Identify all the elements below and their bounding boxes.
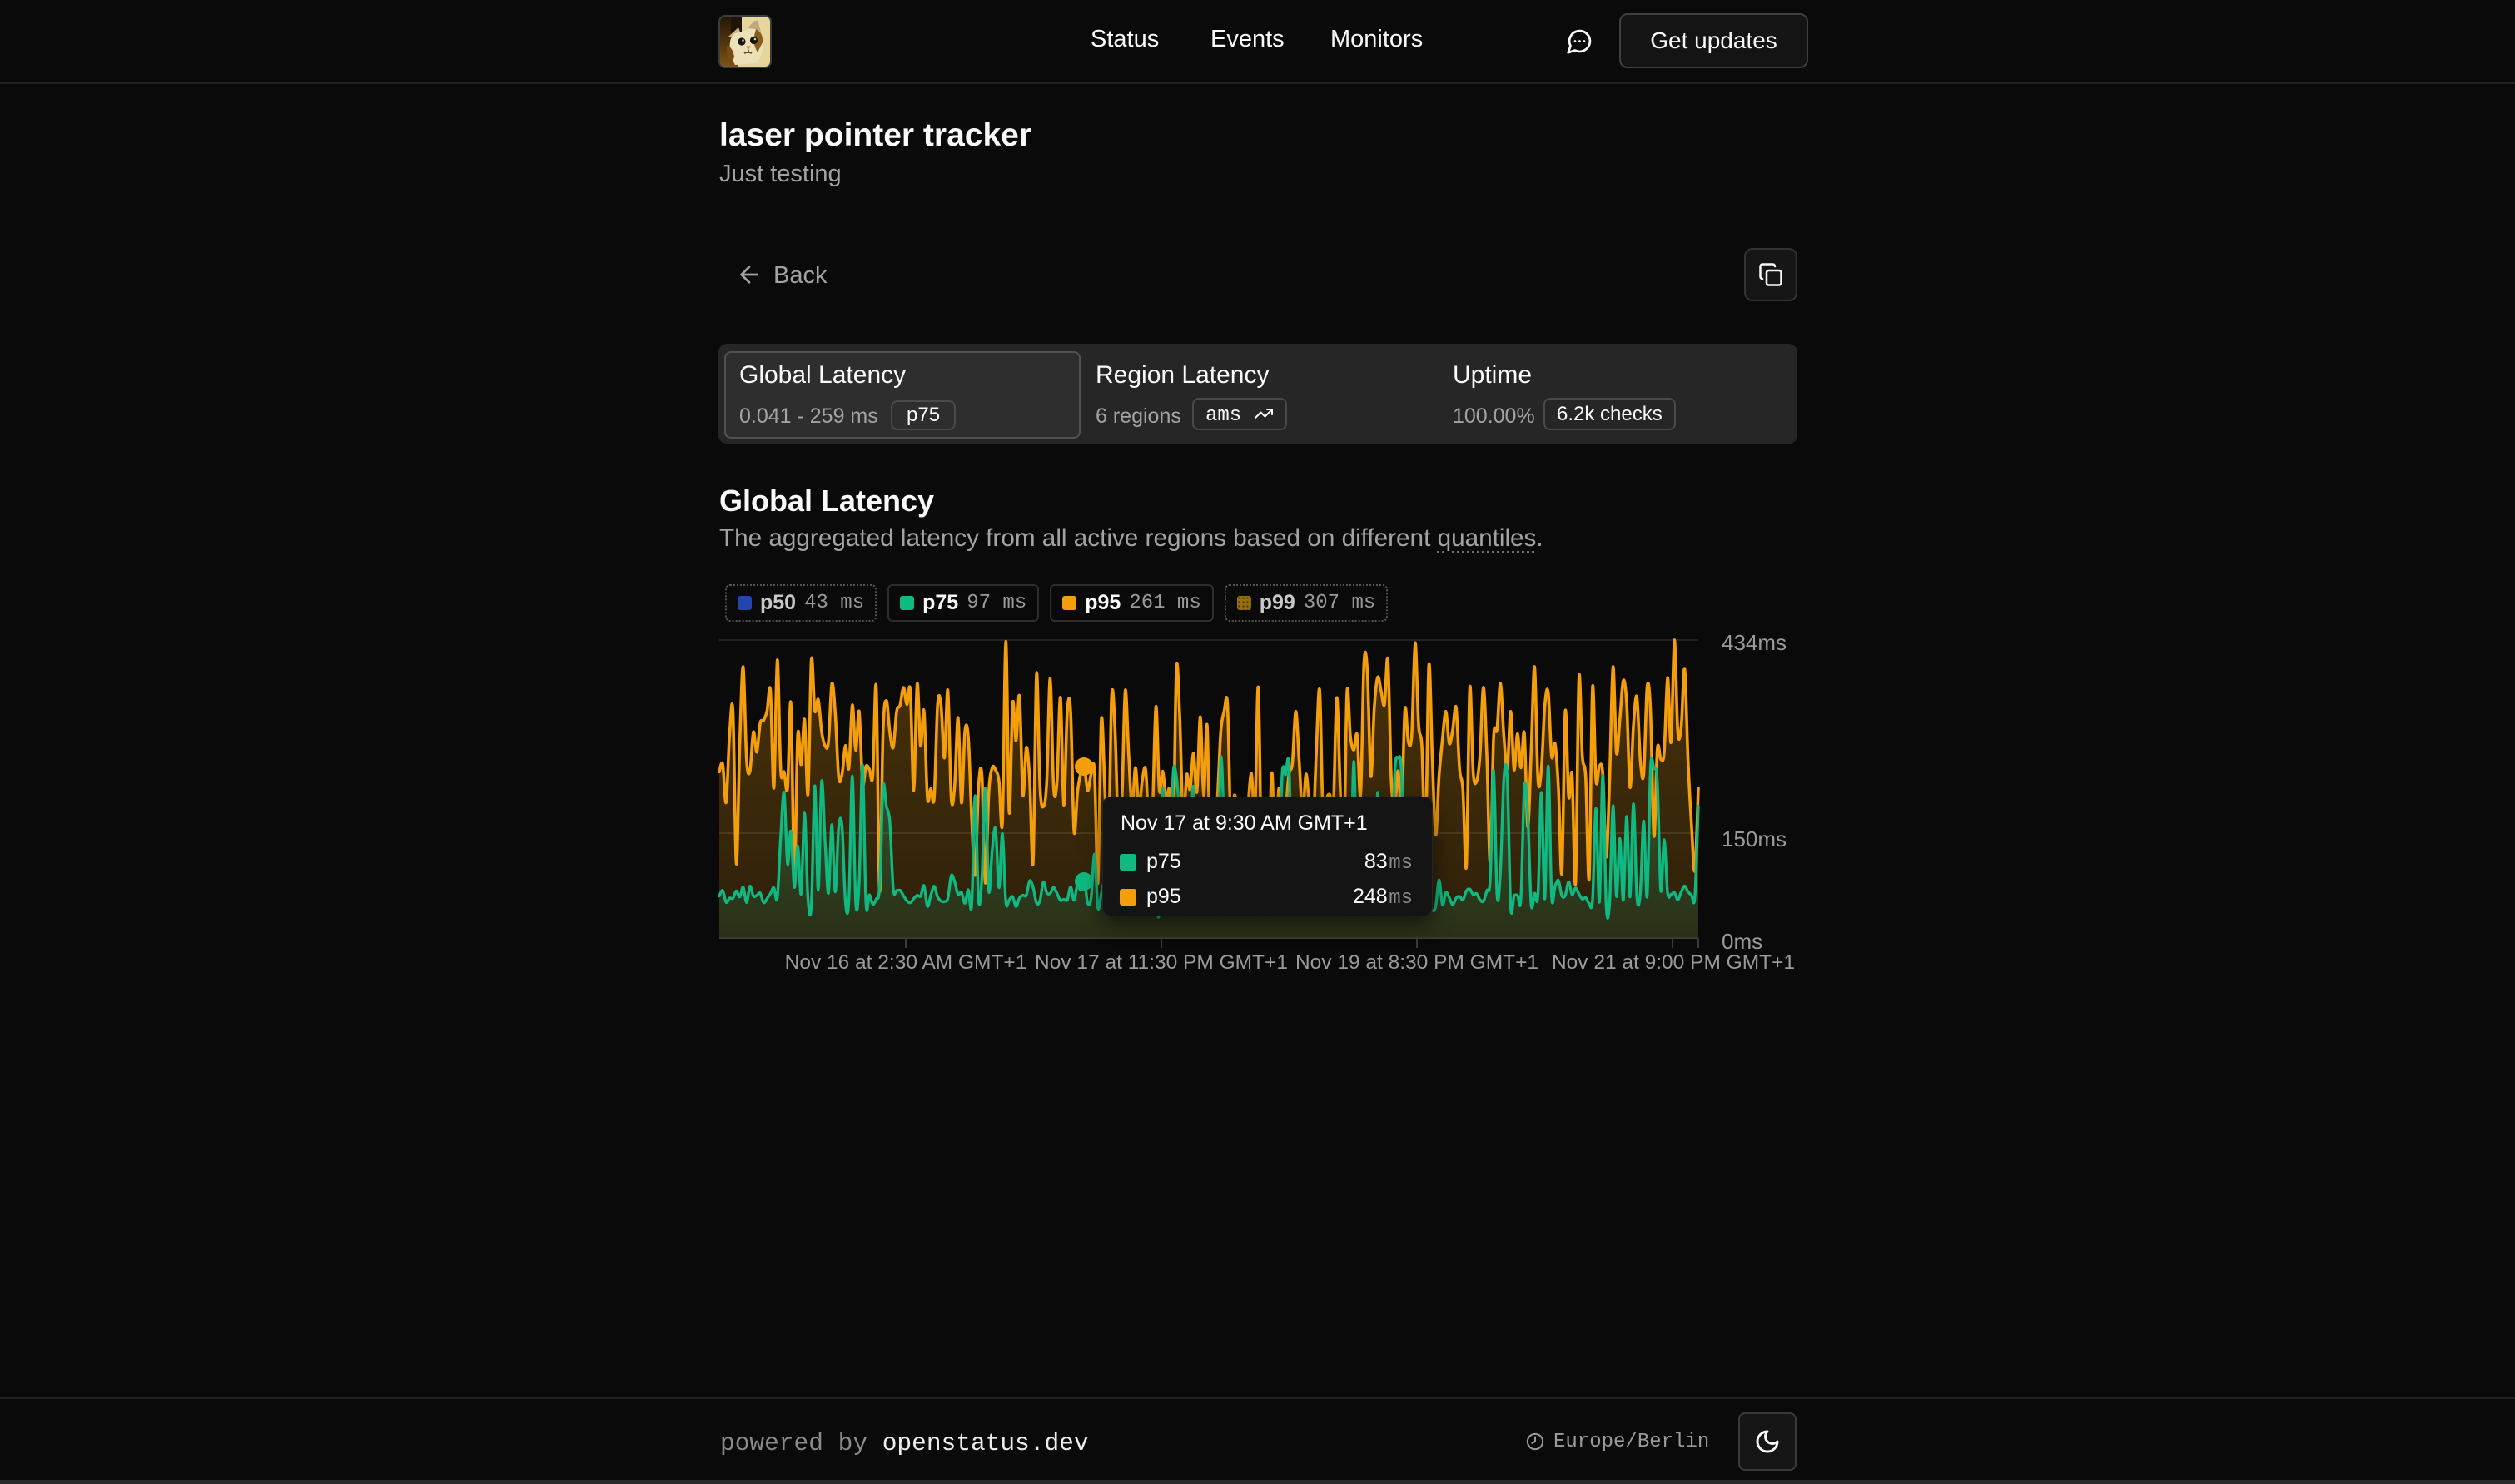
svg-text:Nov 19 at 8:30 PM GMT+1: Nov 19 at 8:30 PM GMT+1 [1295,951,1538,974]
svg-text:Nov 16 at 2:30 AM GMT+1: Nov 16 at 2:30 AM GMT+1 [785,951,1027,974]
svg-text:Nov 21 at 9:00 PM GMT+1: Nov 21 at 9:00 PM GMT+1 [1552,951,1795,974]
svg-text:434ms: 434ms [1722,630,1787,655]
svg-text:150ms: 150ms [1722,826,1787,851]
svg-text:0ms: 0ms [1722,929,1762,954]
svg-text:Nov 17 at 11:30 PM GMT+1: Nov 17 at 11:30 PM GMT+1 [1035,951,1288,974]
